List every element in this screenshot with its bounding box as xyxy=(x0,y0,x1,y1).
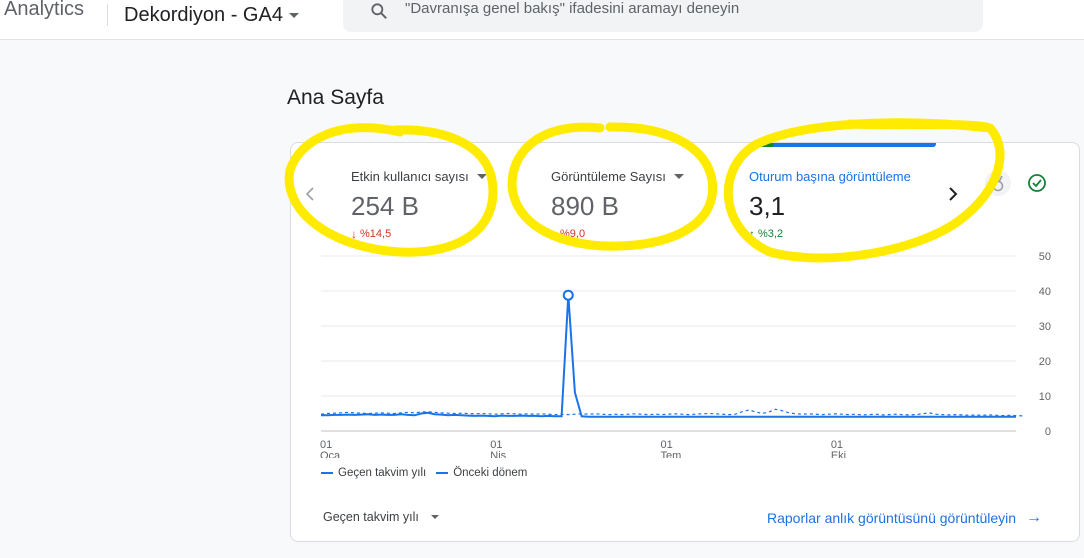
check-mark-icon xyxy=(1028,174,1046,192)
search-bar[interactable] xyxy=(343,0,983,32)
metric-label: Görüntüleme Sayısı xyxy=(551,168,666,184)
brand-name[interactable]: Analytics xyxy=(4,0,84,21)
chevron-down-icon xyxy=(288,13,299,18)
y-tick-label: 0 xyxy=(1045,426,1051,438)
metric-label: Oturum başına görüntüleme xyxy=(749,168,911,184)
legend-item-previous: Önceki dönem xyxy=(453,467,528,479)
arrow-right-icon: → xyxy=(1026,509,1043,526)
medal-icon xyxy=(992,175,1004,192)
property-selector[interactable]: Dekordiyon - GA4 xyxy=(124,4,299,27)
metric-value: 254 B xyxy=(351,191,419,221)
selected-tab-indicator xyxy=(751,143,936,147)
y-tick-label: 10 xyxy=(1039,391,1051,403)
chevron-right-icon xyxy=(949,187,958,201)
y-tick-label: 50 xyxy=(1039,251,1051,263)
chevron-down-icon xyxy=(476,173,487,179)
overview-card: Etkin kullanıcı sayısı 254 B ↓ %14,5 Görü… xyxy=(290,142,1080,542)
x-tick-label: 01 Nis xyxy=(490,439,506,458)
check-circle-icon[interactable] xyxy=(1024,170,1050,196)
view-reports-snapshot-link[interactable]: Raporlar anlık görüntüsünü görüntüleyin … xyxy=(767,509,1042,527)
legend-swatch-dashed xyxy=(436,472,449,474)
metric-change: %9,0 xyxy=(560,228,586,240)
search-input[interactable] xyxy=(405,0,965,22)
chevron-left-icon xyxy=(305,187,314,201)
metric-value: 3,1 xyxy=(749,191,786,221)
insights-icon[interactable] xyxy=(985,170,1011,196)
date-range-label: Geçen takvim yılı xyxy=(323,510,419,524)
tab-indicator-accent xyxy=(751,143,773,147)
x-tick-label: 01 Eki xyxy=(831,439,846,458)
date-range-selector[interactable]: Geçen takvim yılı xyxy=(323,510,439,524)
arrow-down-icon: ↓ xyxy=(551,227,557,241)
top-bar: Analytics Dekordiyon - GA4 xyxy=(0,0,1084,40)
arrow-up-icon: ↑ xyxy=(749,227,755,241)
y-tick-label: 30 xyxy=(1039,321,1051,333)
legend-item-current: Geçen takvim yılı xyxy=(338,467,427,479)
search-icon xyxy=(371,3,387,19)
legend-swatch-solid xyxy=(321,472,333,474)
metric-views-per-session[interactable]: Oturum başına görüntüleme 3,1 ↑ %3,2 xyxy=(749,167,911,242)
metric-views[interactable]: Görüntüleme Sayısı 890 B ↓ %9,0 xyxy=(551,167,684,241)
metric-active-users[interactable]: Etkin kullanıcı sayısı 254 B ↓ %14,5 xyxy=(351,167,487,241)
metric-change: %3,2 xyxy=(758,228,784,240)
peak-point[interactable] xyxy=(562,289,574,301)
metric-change: %14,5 xyxy=(360,228,392,240)
next-metrics-button[interactable] xyxy=(943,181,963,207)
metric-value: 890 B xyxy=(551,191,619,221)
x-tick-label: 01 Oca xyxy=(320,439,341,458)
header-divider xyxy=(107,4,108,26)
chevron-down-icon xyxy=(673,173,684,179)
page-title: Ana Sayfa xyxy=(287,86,384,109)
y-tick-label: 20 xyxy=(1039,356,1051,368)
y-tick-label: 40 xyxy=(1039,286,1051,298)
arrow-down-icon: ↓ xyxy=(351,227,357,241)
x-tick-label: 01 Tem xyxy=(661,439,682,458)
previous-metrics-button[interactable] xyxy=(301,181,321,207)
metric-label: Etkin kullanıcı sayısı xyxy=(351,168,469,184)
property-name: Dekordiyon - GA4 xyxy=(124,4,283,26)
line-chart: 50 40 30 20 10 0 01 Oca 01 Nis 01 Tem 01 Eki xyxy=(320,251,1051,458)
series-line-0 xyxy=(321,295,1016,418)
report-link-label: Raporlar anlık görüntüsünü görüntüleyin xyxy=(767,510,1017,526)
chevron-down-icon xyxy=(430,515,439,519)
chart-legend: Geçen takvim yılı Önceki dönem xyxy=(321,467,527,479)
